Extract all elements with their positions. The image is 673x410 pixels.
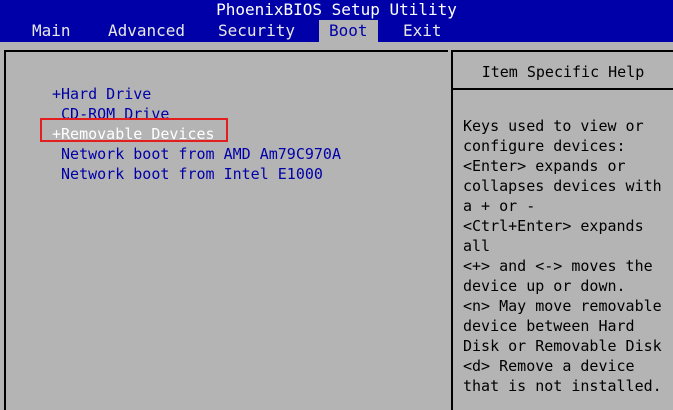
bios-title-bar: PhoenixBIOS Setup Utility	[0, 0, 673, 20]
help-line: <+> and <-> moves the	[463, 257, 653, 275]
help-line: device up or down.	[463, 277, 626, 295]
help-line: <Enter> expands or	[463, 157, 626, 175]
menu-security[interactable]: Security	[208, 20, 305, 42]
help-line: Keys used to view or	[463, 117, 644, 135]
bios-title: PhoenixBIOS Setup Utility	[216, 0, 457, 19]
boot-order-list: +Hard Drive CD-ROM Drive +Removable Devi…	[52, 84, 341, 184]
help-line: Disk or Removable Disk	[463, 337, 662, 355]
help-line: <d> Remove a device	[463, 357, 635, 375]
menu-advanced[interactable]: Advanced	[98, 20, 195, 42]
help-panel: Item Specific Help Keys used to view or …	[451, 50, 673, 410]
help-line: that is not installed.	[463, 377, 662, 395]
boot-item-network-amd[interactable]: Network boot from AMD Am79C970A	[52, 144, 341, 164]
help-line: collapses devices with	[463, 177, 662, 195]
menu-boot[interactable]: Boot	[319, 20, 378, 42]
help-line: <Ctrl+Enter> expands	[463, 217, 644, 235]
help-line: device between Hard	[463, 317, 635, 335]
menu-main[interactable]: Main	[22, 20, 81, 42]
boot-item-removable-devices[interactable]: +Removable Devices	[52, 124, 341, 144]
help-text: Keys used to view or configure devices: …	[453, 90, 673, 396]
menu-exit[interactable]: Exit	[393, 20, 452, 42]
help-line: all	[463, 237, 491, 255]
boot-order-panel: +Hard Drive CD-ROM Drive +Removable Devi…	[4, 50, 448, 410]
help-line: configure devices:	[463, 137, 626, 155]
boot-item-network-intel[interactable]: Network boot from Intel E1000	[52, 164, 341, 184]
boot-item-hard-drive[interactable]: +Hard Drive	[52, 84, 341, 104]
boot-item-cdrom-drive[interactable]: CD-ROM Drive	[52, 104, 341, 124]
help-line: <n> May move removable	[463, 297, 662, 315]
help-line: a + or -	[463, 197, 536, 215]
help-header: Item Specific Help	[453, 52, 673, 90]
menu-bar: Main Advanced Security Boot Exit	[0, 20, 673, 42]
